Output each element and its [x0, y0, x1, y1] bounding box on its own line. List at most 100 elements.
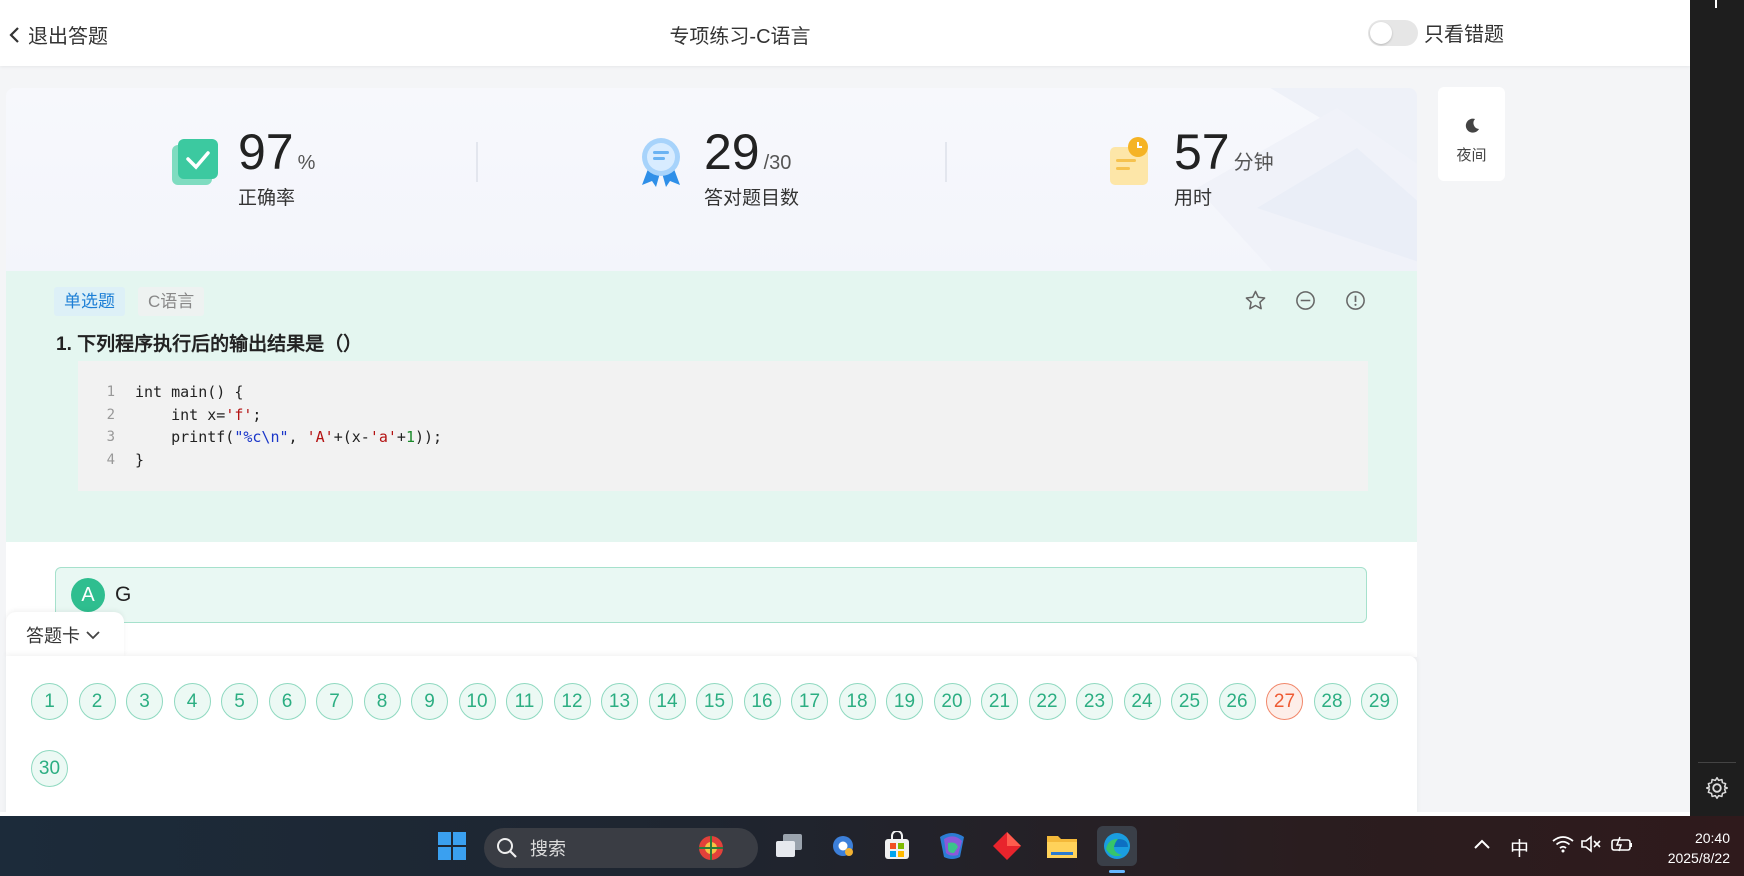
red-diamond-app-icon[interactable]: [987, 826, 1027, 866]
night-mode-label: 夜间: [1456, 147, 1487, 164]
wrong-only-toggle-group[interactable]: 只看错题: [1368, 18, 1504, 47]
browser-viewport: 退出答题 专项练习-C语言 只看错题 97% 正确率 29 /30 答对题目数 …: [0, 0, 1690, 812]
taskbar-search[interactable]: 搜索: [484, 828, 758, 868]
question-number-button[interactable]: 26: [1218, 683, 1256, 720]
question-number-button[interactable]: 6: [268, 683, 306, 720]
line-number: 2: [106, 406, 115, 423]
top-header: 退出答题 专项练习-C语言 只看错题: [0, 0, 1690, 66]
question-number-button[interactable]: 21: [981, 683, 1018, 720]
code-line: 2 int x='f';: [78, 404, 1368, 427]
option-letter-badge: A: [71, 578, 105, 612]
battery-icon[interactable]: [1610, 835, 1634, 859]
line-number: 4: [106, 451, 115, 468]
code-text: }: [135, 450, 145, 469]
volume-muted-icon[interactable]: [1580, 835, 1602, 859]
question-number-button[interactable]: 15: [696, 683, 733, 720]
chevron-up-icon[interactable]: [1473, 835, 1491, 857]
answer-card-toggle[interactable]: 答题卡: [6, 612, 124, 658]
windows-taskbar: 搜索 中 20:40 2025/8/22: [0, 816, 1744, 876]
active-app-indicator: [1109, 870, 1125, 873]
file-explorer-icon[interactable]: [1042, 826, 1082, 866]
exit-quiz-label: 退出答题: [28, 26, 108, 48]
system-clock[interactable]: 20:40 2025/8/22: [1640, 828, 1730, 868]
correct-count-value: 29: [704, 124, 760, 180]
question-number-button[interactable]: 12: [553, 683, 591, 720]
result-stats-panel: 97% 正确率 29/30 答对题目数 57 分钟 用时: [6, 88, 1417, 271]
stat-correct-count: 29/30 答对题目数: [634, 123, 799, 210]
night-mode-button[interactable]: 夜间: [1438, 87, 1505, 181]
remove-icon[interactable]: [1294, 289, 1317, 312]
ime-indicator[interactable]: 中: [1510, 834, 1529, 861]
time-label: 用时: [1174, 188, 1213, 209]
question-number-button[interactable]: 17: [791, 683, 828, 720]
answer-area: A G: [6, 542, 1417, 657]
question-number-button[interactable]: 14: [648, 683, 686, 720]
question-number-button[interactable]: 24: [1123, 683, 1161, 720]
question-number-button[interactable]: 30: [31, 750, 68, 787]
checkbox-icon: [172, 139, 218, 185]
wrong-only-toggle[interactable]: [1368, 19, 1418, 46]
clock-date: 2025/8/22: [1667, 850, 1730, 866]
m365-app-icon[interactable]: [932, 826, 972, 866]
scroll-marker: [1715, 0, 1717, 8]
question-number-button[interactable]: 18: [838, 683, 876, 720]
browser-side-bar: [1690, 0, 1744, 816]
question-number-button[interactable]: 25: [1171, 683, 1208, 720]
stat-divider: [476, 142, 478, 182]
question-number-button[interactable]: 13: [601, 683, 638, 720]
question-number-button[interactable]: 1: [31, 683, 68, 720]
question-number-button[interactable]: 5: [221, 683, 258, 720]
wifi-icon[interactable]: [1552, 835, 1574, 859]
gear-icon[interactable]: [1704, 775, 1730, 801]
correct-count-label: 答对题目数: [704, 188, 800, 209]
wrong-only-label: 只看错题: [1424, 24, 1504, 46]
settings-app-icon[interactable]: [823, 826, 863, 866]
question-number-button[interactable]: 3: [126, 683, 163, 720]
line-number: 1: [106, 384, 115, 400]
answer-card-panel: 1 2 3 4 5 6 7 8 9 10 11 12 13 14 15 16 17 18 19 20 21 22 23 24 2…: [6, 656, 1417, 812]
task-view-icon[interactable]: [769, 826, 809, 866]
question-number-button[interactable]: 28: [1313, 683, 1351, 720]
report-error-icon[interactable]: [1344, 289, 1367, 312]
subject-tag: C语言: [138, 287, 205, 316]
question-number-button[interactable]: 7: [316, 683, 353, 720]
question-number-button[interactable]: 29: [1361, 683, 1398, 720]
microsoft-store-icon[interactable]: [877, 826, 917, 866]
question-title: 1. 下列程序执行后的输出结果是（）: [56, 334, 363, 355]
accuracy-unit: %: [297, 152, 316, 174]
question-number-button[interactable]: 23: [1076, 683, 1113, 720]
time-value: 57: [1174, 124, 1230, 180]
clock-time: 20:40: [1694, 830, 1730, 846]
medal-icon: [642, 138, 680, 187]
question-number-button[interactable]: 22: [1028, 683, 1066, 720]
code-line: 4}: [78, 449, 1368, 472]
code-block: 1 int main() { 2 int x='f'; 3 printf("%c\…: [78, 361, 1368, 491]
answer-option[interactable]: A G: [55, 567, 1367, 623]
question-type-tag: 单选题: [54, 287, 125, 316]
star-icon[interactable]: [1244, 289, 1267, 312]
question-number-button[interactable]: 20: [933, 683, 971, 720]
question-number-button[interactable]: 2: [78, 683, 116, 720]
stat-divider: [945, 142, 947, 182]
code-text: printf("%c\n", 'A'+(x-'a'+1));: [135, 428, 443, 446]
accuracy-label: 正确率: [238, 188, 296, 209]
code-text: int x='f';: [135, 405, 262, 424]
accuracy-value: 97: [238, 124, 294, 180]
question-number-button[interactable]: 4: [173, 683, 211, 720]
chevron-down-icon: [86, 631, 100, 640]
answer-card-label: 答题卡: [26, 626, 80, 646]
edge-browser-icon[interactable]: [1097, 826, 1137, 866]
exit-quiz-button[interactable]: 退出答题: [8, 20, 108, 49]
question-number-button[interactable]: 19: [886, 683, 923, 720]
search-icon: [497, 838, 517, 858]
question-number-button[interactable]: 10: [458, 683, 496, 720]
code-text: int main() {: [135, 383, 244, 401]
question-number-button[interactable]: 8: [363, 683, 401, 720]
question-number-button[interactable]: 11: [506, 683, 543, 720]
stat-time: 57 分钟 用时: [1104, 123, 1274, 210]
windows-start-icon[interactable]: [432, 826, 472, 866]
divider: [1698, 762, 1736, 763]
question-number-button[interactable]: 27: [1266, 683, 1303, 720]
question-number-button[interactable]: 9: [411, 683, 448, 720]
question-number-button[interactable]: 16: [743, 683, 781, 720]
